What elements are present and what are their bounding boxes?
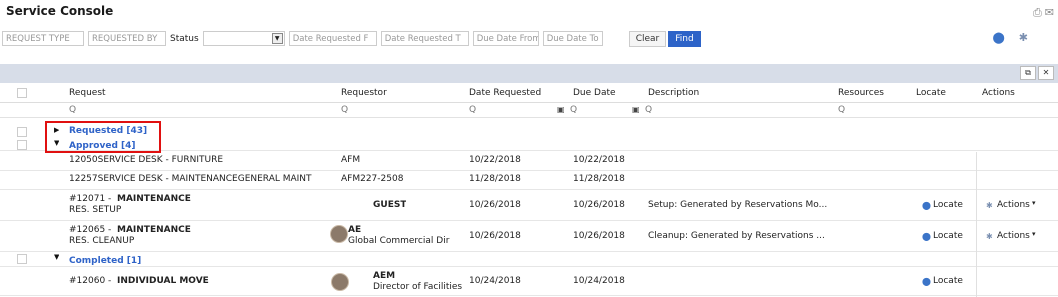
group-row: ▼ Completed [1] (0, 252, 1058, 267)
date-requested-cell: 10/26/2018 (469, 200, 521, 210)
date-requested-to-filter[interactable]: Date Requested T (380, 31, 469, 46)
request-id: #12065 - (69, 225, 112, 235)
requestor-name: AEM (373, 271, 396, 281)
column-date-requested[interactable]: Date Requested (469, 88, 541, 98)
select-all-checkbox[interactable] (17, 88, 27, 98)
date-requested-cell: 10/26/2018 (469, 231, 521, 241)
close-icon[interactable]: ✕ (1038, 66, 1054, 80)
email-icon[interactable]: ✉ (1045, 6, 1054, 20)
requestor-sub: Director of Facilities (373, 282, 463, 292)
due-date-to-filter[interactable]: Due Date To (542, 31, 603, 46)
calendar-icon[interactable]: ▣ (632, 105, 640, 114)
print-icon[interactable]: ⎙ (1033, 6, 1042, 20)
status-label: Status (170, 33, 199, 44)
date-requested-cell: 10/24/2018 (469, 276, 521, 286)
column-divider (976, 152, 977, 297)
request-cell: 12050SERVICE DESK - FURNITURE (69, 155, 224, 165)
table-row[interactable]: #12065 - MAINTENANCE RES. CLEANUP AE Glo… (0, 221, 1058, 252)
column-actions[interactable]: Actions (982, 88, 1015, 98)
search-request[interactable]: Q (69, 105, 76, 115)
due-date-cell: 11/28/2018 (573, 174, 625, 184)
page-title: Service Console (6, 4, 114, 18)
due-date-cell: 10/26/2018 (573, 231, 625, 241)
row-checkbox[interactable] (17, 254, 27, 264)
due-date-from-filter[interactable]: Due Date From (472, 31, 539, 46)
requestor-name: AE (348, 225, 362, 235)
requestor-sub: Global Commercial Dir (348, 236, 450, 246)
pin-icon[interactable]: ⬤ (992, 31, 1004, 44)
column-requestor[interactable]: Requestor (341, 88, 387, 98)
date-requested-cell: 10/22/2018 (469, 155, 521, 165)
search-due-date[interactable]: Q (570, 105, 577, 115)
caret-icon[interactable]: ▾ (1032, 199, 1036, 207)
date-requested-from-filter[interactable]: Date Requested F (288, 31, 377, 46)
column-locate[interactable]: Locate (916, 88, 946, 98)
search-requestor[interactable]: Q (341, 105, 348, 115)
chevron-down-icon[interactable]: ▼ (271, 33, 283, 44)
requested-by-filter[interactable]: REQUESTED BY (88, 31, 166, 46)
pin-icon: ⬤ (922, 232, 931, 241)
request-id: #12060 - (69, 276, 112, 286)
description-cell: Setup: Generated by Reservations Mo... (648, 200, 828, 210)
request-type: INDIVIDUAL MOVE (117, 276, 209, 286)
request-sub: RES. CLEANUP (69, 236, 135, 246)
due-date-cell: 10/22/2018 (573, 155, 625, 165)
column-due-date[interactable]: Due Date (573, 88, 616, 98)
gear-icon[interactable]: ✱ (1019, 31, 1028, 44)
search-row: Q Q Q ▣ Q ▣ Q Q (0, 103, 1058, 118)
calendar-icon[interactable]: ▣ (557, 105, 565, 114)
search-date-requested[interactable]: Q (469, 105, 476, 115)
column-request[interactable]: Request (69, 88, 106, 98)
date-requested-cell: 11/28/2018 (469, 174, 521, 184)
due-date-cell: 10/26/2018 (573, 200, 625, 210)
grid-toolbar-band (0, 64, 1058, 83)
search-description[interactable]: Q (645, 105, 652, 115)
grid-toolbar: ⧉ ✕ (1020, 66, 1054, 80)
clear-button[interactable]: Clear (628, 30, 667, 47)
top-icons: ⎙ ✉ (1033, 6, 1054, 20)
request-cell: 12257SERVICE DESK - MAINTENANCEGENERAL M… (69, 174, 312, 184)
avatar (330, 225, 348, 243)
table-row[interactable]: 12050SERVICE DESK - FURNITURE AFM 10/22/… (0, 152, 1058, 171)
highlight-box (45, 121, 161, 153)
gear-icon: ✱ (986, 232, 993, 241)
due-date-cell: 10/24/2018 (573, 276, 625, 286)
requestor-cell: AFM (341, 155, 361, 165)
table-row[interactable]: 12257SERVICE DESK - MAINTENANCEGENERAL M… (0, 171, 1058, 190)
search-resources[interactable]: Q (838, 105, 845, 115)
column-resources[interactable]: Resources (838, 88, 884, 98)
right-tools: ⬤ ✱ (992, 31, 1028, 44)
table-row[interactable]: #12060 - INDIVIDUAL MOVE AEM Director of… (0, 267, 1058, 296)
gear-icon: ✱ (986, 201, 993, 210)
pin-icon: ⬤ (922, 277, 931, 286)
avatar (331, 273, 349, 291)
caret-icon[interactable]: ▾ (1032, 230, 1036, 238)
group-completed[interactable]: Completed [1] (69, 256, 141, 266)
description-cell: Cleanup: Generated by Reservations ... (648, 231, 825, 241)
request-id: #12071 - (69, 194, 112, 204)
actions-menu[interactable]: Actions (997, 231, 1030, 241)
pin-icon: ⬤ (922, 201, 931, 210)
request-type: MAINTENANCE (117, 194, 191, 204)
locate-link[interactable]: Locate (933, 231, 963, 241)
table-row[interactable]: #12071 - MAINTENANCE RES. SETUP GUEST 10… (0, 190, 1058, 221)
filter-bar: REQUEST TYPE REQUESTED BY Status ▼ Date … (2, 30, 701, 47)
collapse-triangle-icon[interactable]: ▼ (54, 253, 59, 261)
row-checkbox[interactable] (17, 140, 27, 150)
find-button[interactable]: Find (668, 30, 701, 47)
row-checkbox[interactable] (17, 127, 27, 137)
locate-link[interactable]: Locate (933, 276, 963, 286)
request-sub: RES. SETUP (69, 205, 122, 215)
expand-icon[interactable]: ⧉ (1020, 66, 1036, 80)
status-select[interactable]: ▼ (202, 31, 285, 46)
requestor-cell: GUEST (373, 200, 407, 210)
request-type: MAINTENANCE (117, 225, 191, 235)
column-description[interactable]: Description (648, 88, 699, 98)
header-row: Request Requestor Date Requested Due Dat… (0, 83, 1058, 103)
requestor-cell: AFM227-2508 (341, 174, 404, 184)
actions-menu[interactable]: Actions (997, 200, 1030, 210)
request-type-filter[interactable]: REQUEST TYPE (2, 31, 84, 46)
locate-link[interactable]: Locate (933, 200, 963, 210)
